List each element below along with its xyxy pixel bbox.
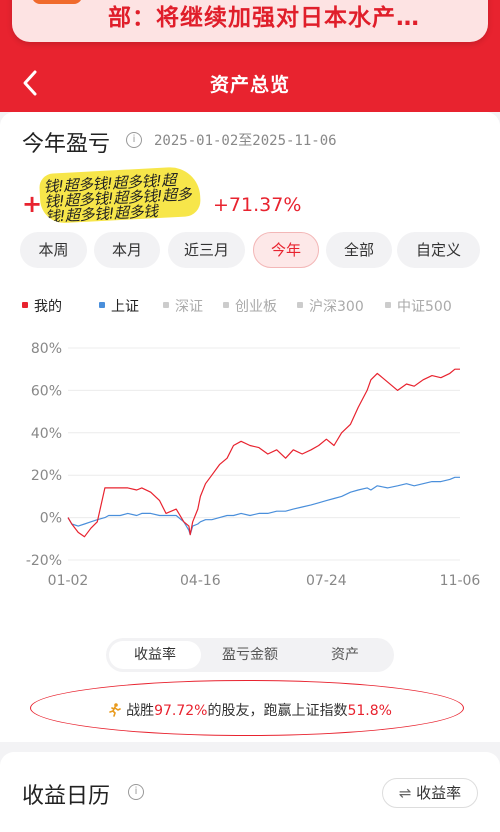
y-tick-label: 20% bbox=[31, 468, 62, 484]
pnl-title: 今年盈亏 bbox=[22, 132, 111, 157]
amount-hidden-sticker: 钱!超多钱!超多钱!超 钱!超多钱!超多钱!超多 钱!超多钱!超多钱 bbox=[38, 165, 202, 225]
legend-swatch bbox=[22, 302, 28, 308]
beat-percent-friends: 97.72% bbox=[154, 703, 208, 719]
tab-week[interactable]: 本周 bbox=[20, 232, 87, 268]
top-header: 部：将继续加强对日本水产… 资产总览 bbox=[0, 0, 500, 112]
tab-custom[interactable]: 自定义 bbox=[397, 232, 480, 268]
swap-icon: ⇌ bbox=[398, 784, 412, 802]
calendar-title: 收益日历 bbox=[22, 784, 111, 809]
tab-all[interactable]: 全部 bbox=[326, 232, 392, 268]
segment-assets[interactable]: 资产 bbox=[299, 641, 391, 669]
calendar-rate-toggle-button[interactable]: ⇌ 收益率 bbox=[382, 778, 478, 808]
y-tick-label: 80% bbox=[31, 341, 62, 357]
tab-this-year[interactable]: 今年 bbox=[253, 232, 319, 268]
legend-item-csi300[interactable]: 沪深300 bbox=[297, 296, 364, 316]
series-line-mine bbox=[67, 368, 460, 538]
x-tick-label: 01-02 bbox=[48, 573, 89, 589]
metric-segment: 收益率 盈亏金额 资产 bbox=[106, 638, 394, 672]
beat-prefix: 战胜 bbox=[126, 703, 155, 719]
legend-item-chinext[interactable]: 创业板 bbox=[223, 296, 277, 316]
x-tick-label: 04-16 bbox=[180, 573, 221, 589]
legend-swatch bbox=[163, 302, 169, 308]
y-tick-label: -20% bbox=[26, 553, 62, 569]
legend-swatch bbox=[385, 302, 391, 308]
date-range: 2025-01-02至2025-11-06 bbox=[154, 133, 337, 149]
series-line-shanghai bbox=[67, 476, 460, 536]
legend-item-csi500[interactable]: 中证500 bbox=[385, 296, 452, 316]
y-tick-label: 60% bbox=[31, 383, 62, 399]
notice-text: 部：将继续加强对日本水产… bbox=[108, 5, 420, 31]
runner-icon bbox=[109, 703, 121, 717]
info-icon[interactable]: i bbox=[126, 132, 142, 148]
tab-month[interactable]: 本月 bbox=[94, 232, 160, 268]
x-tick-label: 07-24 bbox=[306, 573, 347, 589]
legend-item-shenzhen[interactable]: 深证 bbox=[163, 296, 203, 316]
notice-banner[interactable]: 部：将继续加强对日本水产… bbox=[12, 0, 488, 42]
tab-three-months[interactable]: 近三月 bbox=[168, 232, 245, 268]
legend-item-mine[interactable]: 我的 bbox=[22, 296, 62, 316]
calendar-button-label: 收益率 bbox=[416, 784, 462, 802]
legend-item-shanghai[interactable]: 上证 bbox=[99, 296, 139, 316]
segment-return-rate[interactable]: 收益率 bbox=[109, 641, 201, 669]
segment-pnl-amount[interactable]: 盈亏金额 bbox=[204, 641, 296, 669]
y-tick-label: 0% bbox=[40, 511, 62, 527]
legend-swatch bbox=[99, 302, 105, 308]
pnl-percent: +71.37% bbox=[213, 194, 302, 216]
beat-percent-index: 51.8% bbox=[347, 703, 392, 719]
calendar-card: 收益日历 i ⇌ 收益率 bbox=[0, 752, 500, 832]
return-chart[interactable]: 80% 60% 40% 20% 0% -20% 01-02 04-16 07-24 11-06 bbox=[0, 334, 500, 602]
legend-swatch bbox=[223, 302, 229, 308]
pnl-card: 今年盈亏 i 2025-01-02至2025-11-06 + 钱!超多钱!超多钱… bbox=[0, 112, 500, 742]
calendar-info-icon[interactable]: i bbox=[128, 784, 144, 800]
notice-badge bbox=[32, 0, 82, 4]
beat-middle: 的股友，跑赢上证指数 bbox=[207, 703, 348, 719]
beat-summary: 战胜97.72%的股友，跑赢上证指数51.8% bbox=[0, 700, 500, 720]
legend-swatch bbox=[297, 302, 303, 308]
x-tick-label: 11-06 bbox=[440, 573, 481, 589]
page-title: 资产总览 bbox=[209, 74, 290, 96]
y-tick-label: 40% bbox=[31, 426, 62, 442]
